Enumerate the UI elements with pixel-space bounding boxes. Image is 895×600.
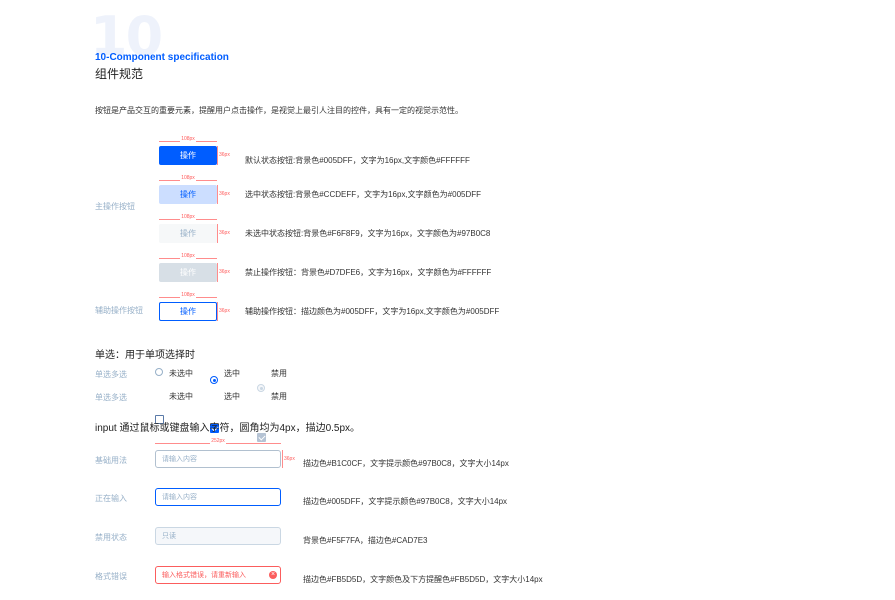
input-row-label: 格式错误 [95,572,127,581]
chinese-title: 组件规范 [95,67,144,81]
radio-unchecked-label: 未选中 [169,369,193,378]
basic-input[interactable]: 请输入内容 [155,450,281,468]
button-desc: 选中状态按钮:背景色#CCDEFF，文字为16px,文字颜色为#005DFF [245,190,482,199]
radio-checked-label: 选中 [224,369,240,378]
radio-disabled-label: 禁用 [271,369,287,378]
intro-text: 按钮是产品交互的重要元素，提醒用户点击操作，是视觉上最引人注目的控件，具有一定的… [95,106,463,115]
error-input[interactable]: 输入格式错误，请重新输入 [155,566,281,584]
button-desc: 禁止操作按钮：背景色#D7DFE6，文字为16px，文字颜色为#FFFFFF [245,268,492,277]
checkbox-unchecked-label: 未选中 [169,392,193,401]
primary-disabled-button[interactable]: 操作 [159,263,217,282]
height-dimension-label: 36px [219,191,230,197]
secondary-buttons-label: 辅助操作按钮 [95,306,143,315]
button-desc: 默认状态按钮:背景色#005DFF，文字为16px,文字颜色#FFFFFF [245,156,470,165]
button-desc: 辅助操作按钮：描边颜色为#005DFF，文字为16px,文字颜色为#005DFF [245,307,500,316]
height-dimension-label: 36px [219,308,230,314]
input-desc: 描边色#FB5D5D，文字颜色及下方提醒色#FB5D5D，文字大小14px [303,575,543,584]
input-desc: 背景色#F5F7FA，描边色#CAD7E3 [303,536,428,545]
radio-checked[interactable] [210,376,218,384]
button-desc: 未选中状态按钮:背景色#F6F8F9，文字为16px，文字颜色为#97B0C8 [245,229,491,238]
selection-title: 单选：用于单项选择时 [95,350,195,361]
input-row-label: 正在输入 [95,494,127,503]
close-circle-icon[interactable]: × [269,571,277,579]
radio-unchecked[interactable] [155,368,163,376]
checkbox-checked-label: 选中 [224,392,240,401]
input-desc: 描边色#B1C0CF，文字提示颜色#97B0C8，文字大小14px [303,459,509,468]
checkbox-row-label: 单选多选 [95,393,127,402]
input-title: input 通过鼠标或键盘输入字符，圆角均为4px，描边0.5px。 [95,423,361,434]
height-dimension-label: 36px [219,152,230,158]
input-height-dimension-label: 36px [284,456,295,462]
height-dimension-label: 36px [219,269,230,275]
input-width-dimension: 252px [155,438,281,450]
primary-unselected-button[interactable]: 操作 [159,224,217,243]
input-desc: 描边色#005DFF，文字提示颜色#97B0C8，文字大小14px [303,497,508,506]
primary-selected-button[interactable]: 操作 [159,185,217,204]
focused-input[interactable]: 请输入内容 [155,488,281,506]
primary-buttons-label: 主操作按钮 [95,202,135,211]
english-title: 10-Component specification [95,52,229,63]
primary-default-button[interactable]: 操作 [159,146,217,165]
input-row-label: 禁用状态 [95,533,127,542]
height-dimension-label: 36px [219,230,230,236]
input-row-label: 基础用法 [95,456,127,465]
check-icon [258,433,266,441]
checkbox-disabled[interactable] [257,433,266,442]
radio-disabled[interactable] [257,384,265,392]
radio-row-label: 单选多选 [95,370,127,379]
error-input-text: 输入格式错误，请重新输入 [162,572,246,579]
secondary-button[interactable]: 操作 [159,302,217,321]
disabled-input[interactable]: 只读 [155,527,281,545]
checkbox-disabled-label: 禁用 [271,392,287,401]
